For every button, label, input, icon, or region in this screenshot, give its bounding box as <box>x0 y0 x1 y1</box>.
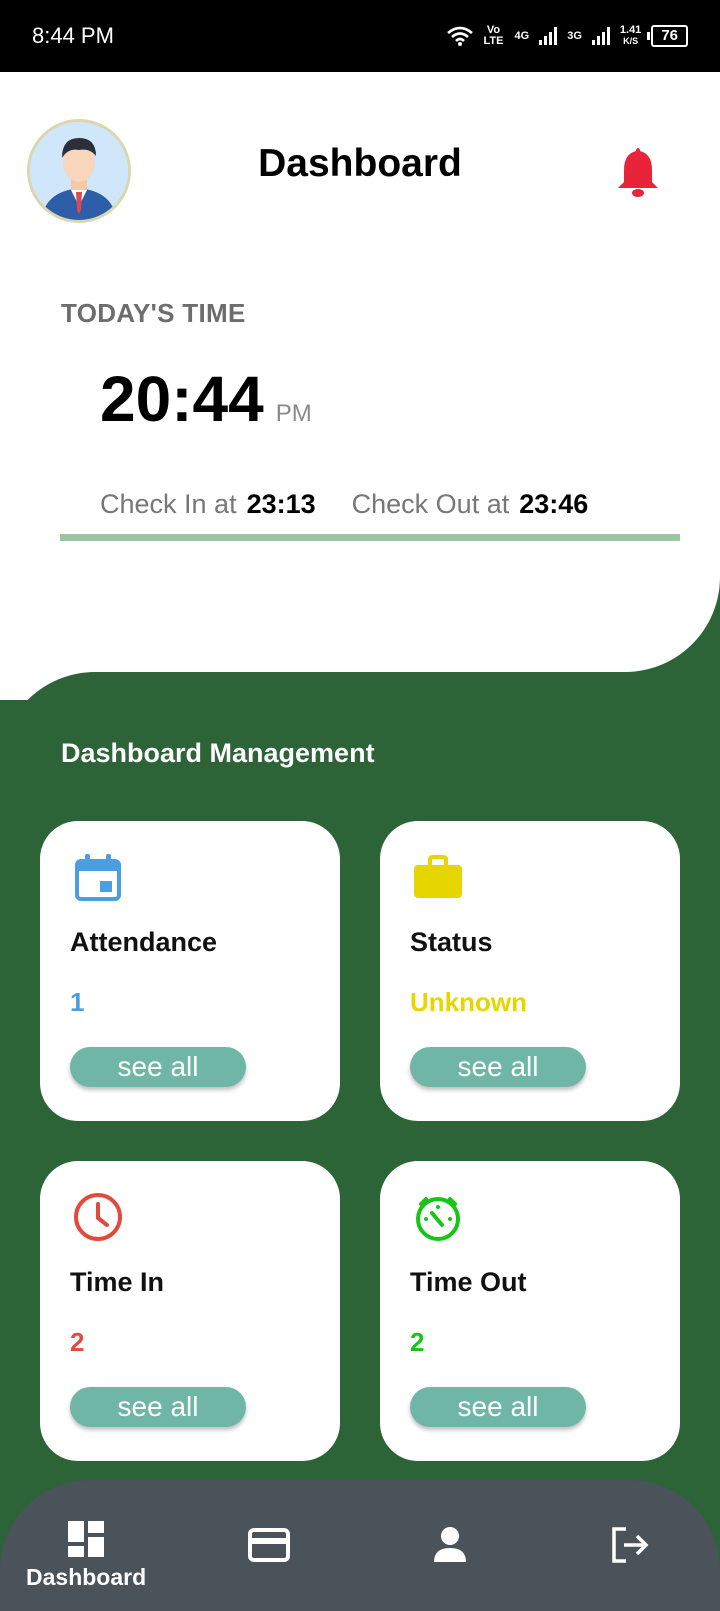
net-speed: 1.41 K/S <box>620 25 641 47</box>
clock-row: 20:44 PM <box>100 362 312 436</box>
attendance-card[interactable]: Attendance 1 see all <box>40 821 340 1121</box>
see-all-button[interactable]: see all <box>410 1387 586 1427</box>
see-all-button[interactable]: see all <box>410 1047 586 1087</box>
net-4g-label: 4G <box>514 29 530 42</box>
nav-item-card[interactable] <box>248 1528 290 1562</box>
time-out-card[interactable]: Time Out 2 see all <box>380 1161 680 1461</box>
logout-icon <box>612 1527 649 1563</box>
current-time: 20:44 <box>100 363 264 435</box>
card-title: Time Out <box>410 1267 527 1297</box>
check-out-value: 23:46 <box>519 489 589 519</box>
card-value: 1 <box>70 987 85 1017</box>
bottom-nav: Dashboard <box>0 1480 720 1611</box>
page-title: Dashboard <box>258 142 462 185</box>
card-title: Time In <box>70 1267 165 1297</box>
volte-label: Vo LTE <box>483 24 504 47</box>
briefcase-icon <box>414 855 462 898</box>
card-value: 2 <box>70 1327 85 1357</box>
status-icons: Vo LTE 4G 3G 1.41 K/S 76 <box>446 24 688 47</box>
clock-icon <box>74 1193 122 1241</box>
timer-icon <box>416 1197 460 1241</box>
card-value: Unknown <box>410 987 527 1017</box>
dashboard-icon <box>68 1521 105 1557</box>
wifi-icon <box>446 26 473 46</box>
progress-line <box>60 534 680 541</box>
check-in-value: 23:13 <box>246 489 316 519</box>
time-in-card[interactable]: Time In 2 see all <box>40 1161 340 1461</box>
nav-item-profile[interactable] <box>432 1526 468 1562</box>
see-all-button[interactable]: see all <box>70 1387 246 1427</box>
status-time: 8:44 PM <box>32 23 114 48</box>
calendar-icon <box>75 854 121 901</box>
current-ampm: PM <box>275 400 312 427</box>
todays-time-label: TODAY'S TIME <box>61 298 246 328</box>
signal-icon-2 <box>591 27 610 45</box>
nav-item-dashboard[interactable]: Dashboard <box>26 1520 146 1591</box>
person-icon <box>434 1527 466 1562</box>
header-card: Dashboard TODAY'S TIME 20:44 PM Check In… <box>0 72 720 672</box>
green-panel <box>0 672 720 1611</box>
check-in-label: Check In at <box>100 489 237 519</box>
check-row: Check In at 23:13 Check Out at 23:46 <box>100 489 588 520</box>
see-all-button[interactable]: see all <box>70 1047 246 1087</box>
nav-item-logout[interactable] <box>610 1526 650 1564</box>
card-value: 2 <box>410 1327 425 1357</box>
card-title: Status <box>410 927 493 957</box>
status-card[interactable]: Status Unknown see all <box>380 821 680 1121</box>
net-3g-label: 3G <box>567 29 582 42</box>
card-icon <box>248 1528 290 1562</box>
bell-icon[interactable] <box>614 144 662 198</box>
signal-icon <box>539 27 558 45</box>
status-bar: 8:44 PM Vo LTE 4G 3G 1.41 K/S 76 <box>0 0 720 72</box>
section-title: Dashboard Management <box>61 738 375 768</box>
nav-label-dashboard: Dashboard <box>26 1564 147 1590</box>
check-out-label: Check Out at <box>351 489 510 519</box>
net-speed-value: 1.41 <box>619 24 642 36</box>
battery-icon: 76 <box>647 25 688 47</box>
net-speed-unit: K/S <box>623 36 639 46</box>
card-title: Attendance <box>70 927 218 957</box>
